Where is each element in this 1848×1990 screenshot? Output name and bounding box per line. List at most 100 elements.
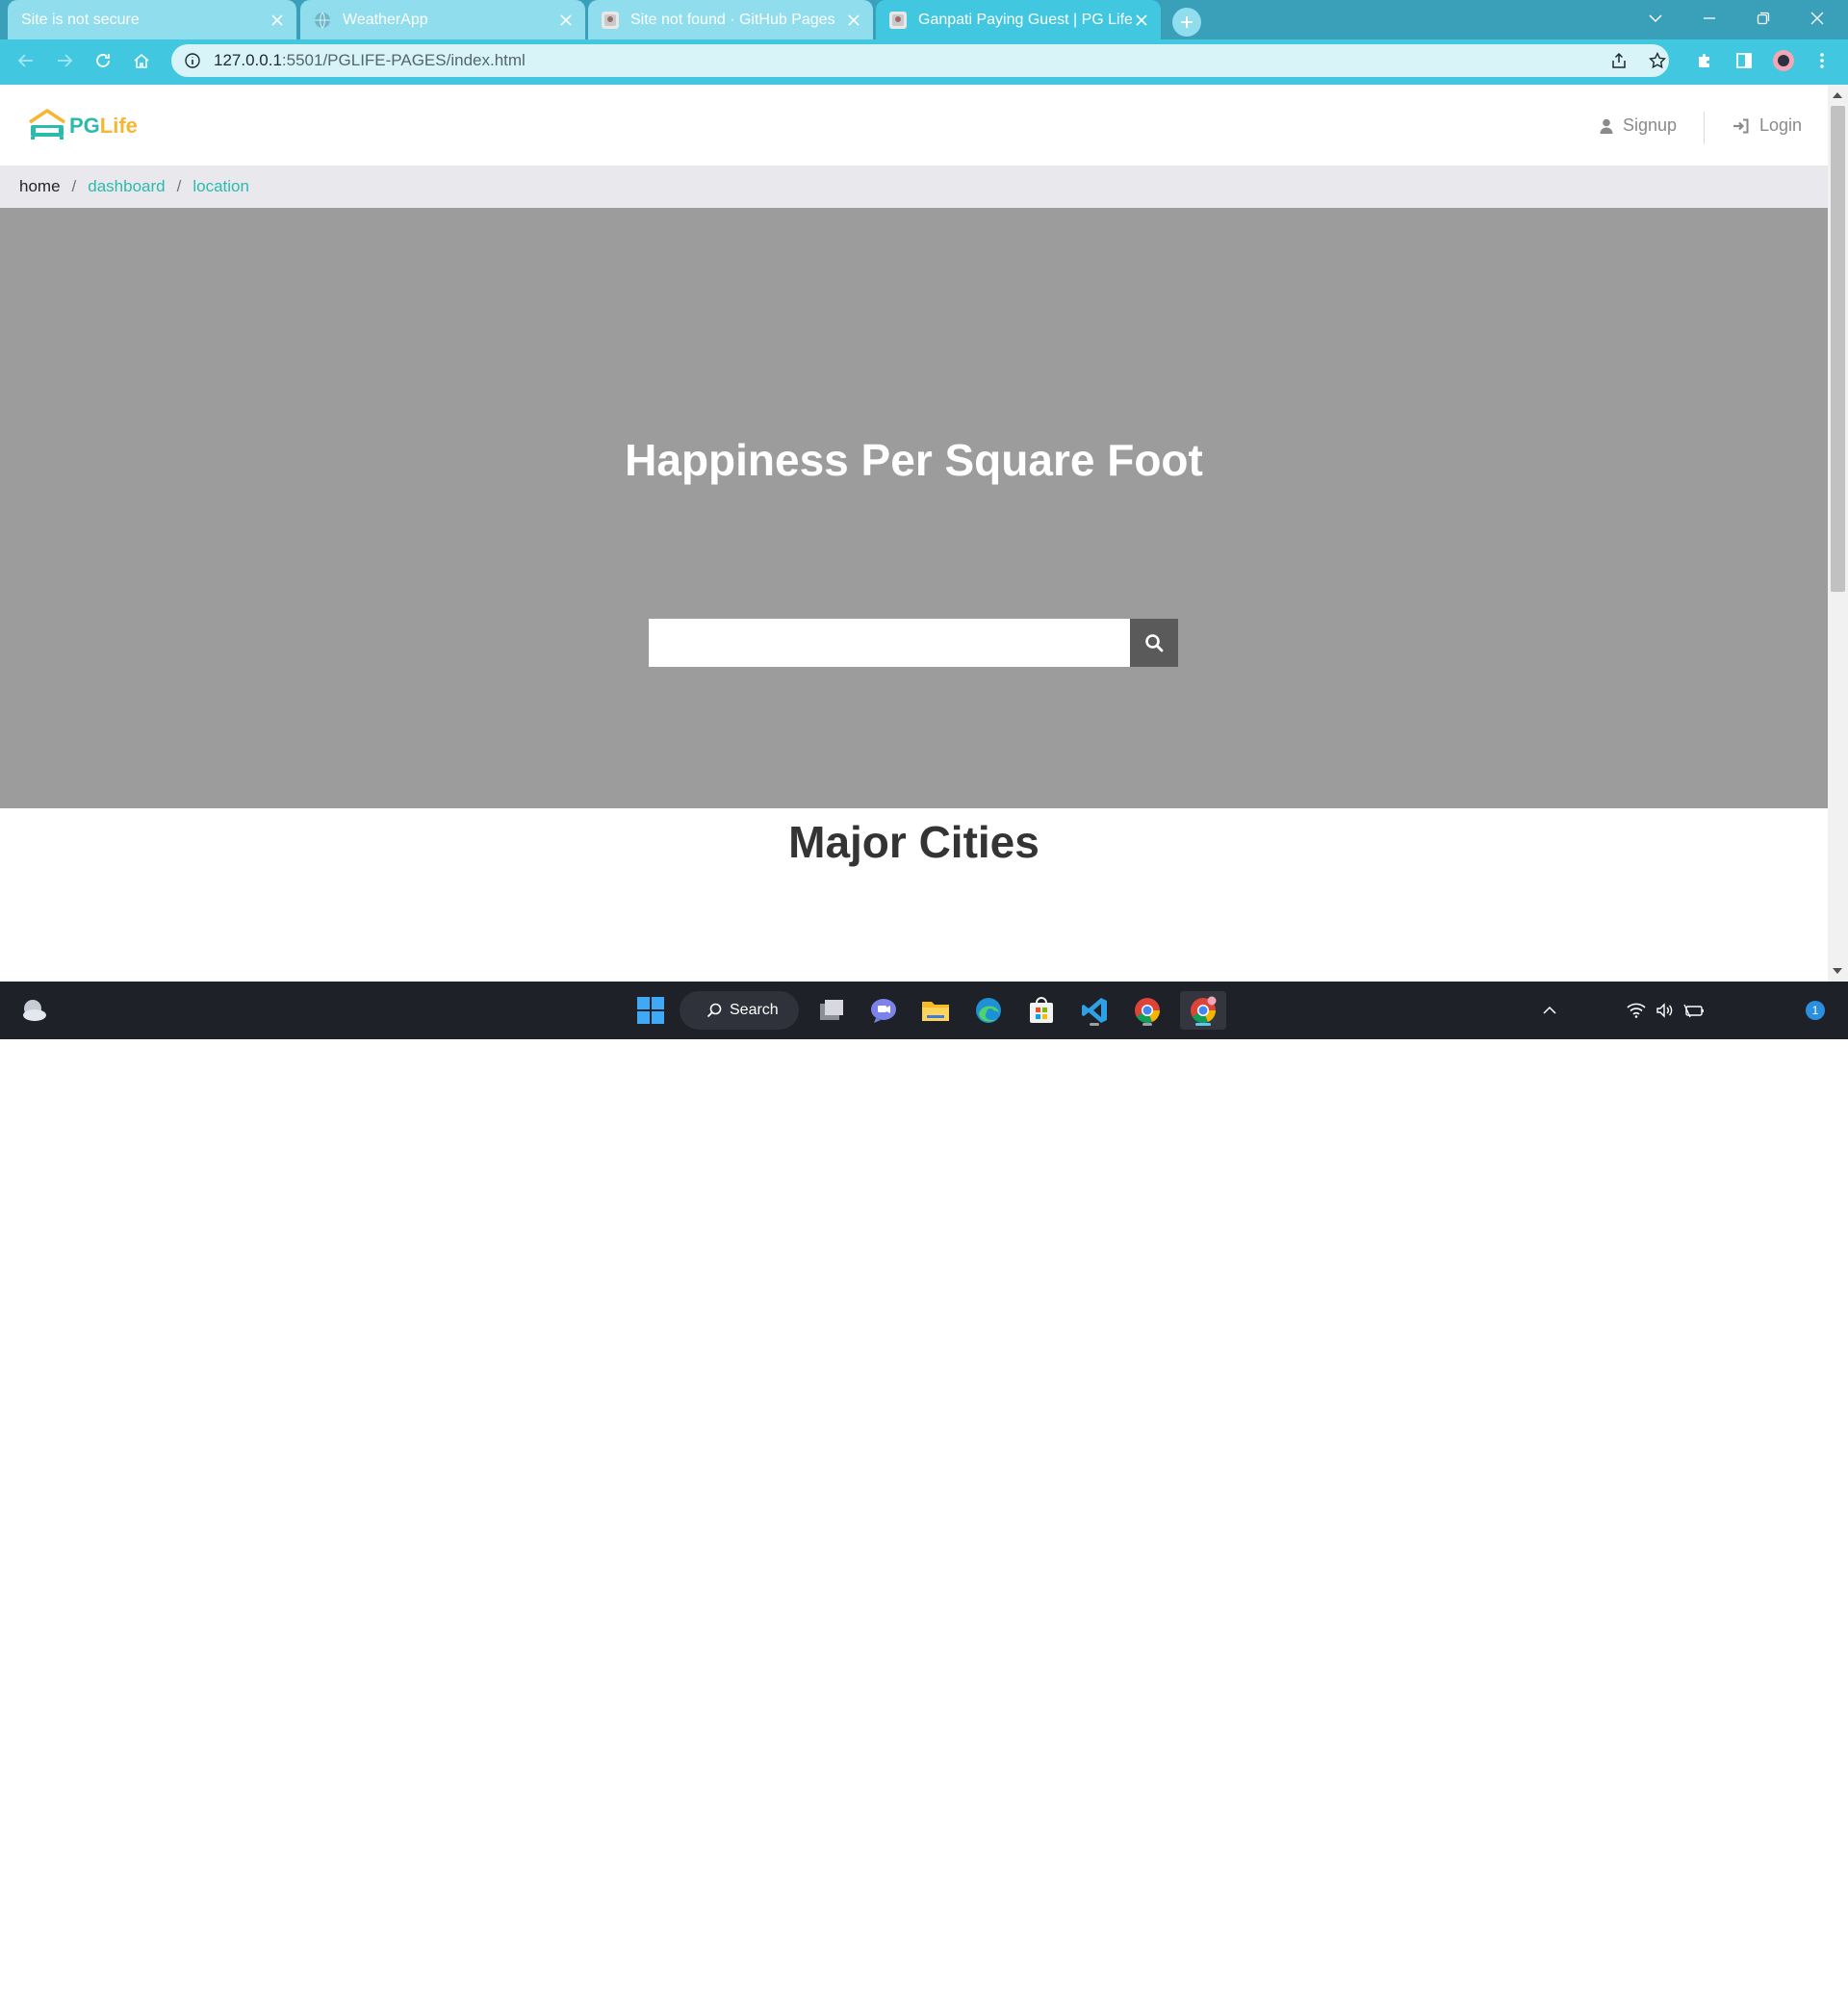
- breadcrumb-separator: /: [176, 177, 182, 195]
- breadcrumb-separator: /: [71, 177, 77, 195]
- notification-badge[interactable]: 1: [1806, 1001, 1825, 1020]
- header-divider: [1704, 112, 1705, 144]
- file-explorer-button[interactable]: [916, 991, 955, 1030]
- tab-title: Site not found · GitHub Pages: [630, 11, 835, 28]
- tab-weatherapp[interactable]: WeatherApp: [300, 0, 585, 39]
- teams-chat-button[interactable]: [864, 991, 903, 1030]
- clock[interactable]: 05:38 PM 19-02-2023: [1715, 1955, 1792, 1990]
- scrollbar-thumb[interactable]: [1831, 106, 1845, 592]
- weather-widget[interactable]: [15, 991, 54, 1030]
- kebab-menu-icon: [1820, 53, 1824, 68]
- scroll-down-icon[interactable]: [1833, 968, 1842, 974]
- home-button[interactable]: [127, 46, 156, 75]
- plus-icon: [1181, 16, 1193, 28]
- search-button[interactable]: [1130, 619, 1178, 667]
- close-icon[interactable]: [556, 11, 576, 30]
- close-icon[interactable]: [1132, 11, 1151, 30]
- page-scrollbar[interactable]: [1828, 85, 1848, 982]
- chrome-profile-button[interactable]: [1180, 991, 1226, 1030]
- menu-button[interactable]: [1808, 46, 1836, 75]
- forward-button[interactable]: [50, 46, 79, 75]
- taskbar-search-label: Search: [730, 1002, 779, 1018]
- avatar: [1773, 50, 1794, 71]
- show-hidden-icons-button[interactable]: [1538, 991, 1561, 1030]
- search-icon: [1145, 634, 1164, 652]
- vscode-icon: [1082, 998, 1107, 1023]
- tab-title: Site is not secure: [21, 11, 140, 28]
- chat-icon: [871, 999, 896, 1023]
- tab-pg-life[interactable]: Ganpati Paying Guest | PG Life: [876, 0, 1161, 39]
- cloud-moon-icon: [23, 1000, 46, 1021]
- close-window-button[interactable]: [1790, 0, 1844, 37]
- close-icon: [1810, 12, 1824, 25]
- vscode-button[interactable]: [1075, 991, 1114, 1030]
- store-icon: [1030, 997, 1053, 1023]
- tab-title: WeatherApp: [343, 11, 428, 28]
- url-text: 127.0.0.1:5501/PGLIFE-PAGES/index.html: [214, 51, 526, 70]
- clock-time: 05:38 PM: [1734, 1956, 1792, 1972]
- restore-button[interactable]: [1736, 0, 1790, 37]
- wifi-status[interactable]: [1625, 991, 1648, 1030]
- taskbar-search[interactable]: Search: [680, 991, 799, 1030]
- edge-icon: [976, 998, 1001, 1023]
- logo-text: PGLife: [69, 114, 138, 139]
- info-icon[interactable]: [185, 53, 200, 68]
- site-header: PGLife Signup Login: [0, 85, 1828, 166]
- chrome-button[interactable]: [1128, 991, 1167, 1030]
- volume-status[interactable]: [1654, 991, 1677, 1030]
- page-viewport: PGLife Signup Login home / dashboard / l…: [0, 85, 1828, 982]
- chevron-up-icon: [1543, 1006, 1556, 1014]
- signup-label: Signup: [1623, 115, 1678, 135]
- new-tab-button[interactable]: [1172, 8, 1201, 37]
- chrome-icon: [1135, 998, 1160, 1024]
- edge-button[interactable]: [969, 991, 1008, 1030]
- logo[interactable]: PGLife: [27, 108, 138, 140]
- breadcrumb-location[interactable]: location: [192, 177, 249, 196]
- back-button[interactable]: [12, 46, 40, 75]
- puzzle-icon: [1699, 54, 1709, 67]
- breadcrumb-dashboard[interactable]: dashboard: [88, 177, 165, 196]
- url-path: :5501/PGLIFE-PAGES/index.html: [281, 51, 526, 69]
- sign-in-icon: [1732, 118, 1750, 134]
- running-indicator: [1142, 1023, 1152, 1026]
- extensions-button[interactable]: [1690, 46, 1719, 75]
- tab-title: Ganpati Paying Guest | PG Life: [918, 11, 1132, 28]
- share-icon: [1612, 52, 1626, 68]
- speaker-icon: [1656, 1003, 1673, 1018]
- task-view-button[interactable]: [812, 991, 851, 1030]
- scroll-up-icon[interactable]: [1833, 92, 1842, 98]
- signup-link[interactable]: Signup: [1600, 115, 1677, 136]
- clock-date: 19-02-2023: [1723, 1974, 1792, 1989]
- back-arrow-icon: [17, 54, 33, 67]
- tab-search-button[interactable]: [1629, 0, 1682, 37]
- search-input[interactable]: [649, 619, 1130, 667]
- task-view-icon: [820, 1000, 843, 1020]
- tab-github-pages[interactable]: Site not found · GitHub Pages: [588, 0, 873, 39]
- side-panel-icon: [1736, 53, 1752, 68]
- battery-status[interactable]: [1682, 991, 1706, 1030]
- start-button[interactable]: [631, 991, 670, 1030]
- home-icon: [134, 53, 149, 68]
- close-icon[interactable]: [844, 11, 863, 30]
- share-button[interactable]: [1604, 46, 1633, 75]
- hero-banner: Happiness Per Square Foot: [0, 208, 1828, 808]
- breadcrumb-home[interactable]: home: [19, 177, 61, 196]
- minimize-icon: [1704, 17, 1715, 19]
- language-indicator[interactable]: ENG IN: [1571, 1955, 1613, 1990]
- bookmark-button[interactable]: [1643, 46, 1672, 75]
- minimize-button[interactable]: [1682, 0, 1736, 37]
- store-button[interactable]: [1022, 991, 1061, 1030]
- active-indicator: [1195, 1023, 1211, 1026]
- profile-button[interactable]: [1769, 46, 1798, 75]
- windows-taskbar: Search ENG IN 05:38 PM 19-02-2023: [0, 982, 1848, 1989]
- folder-icon: [922, 1002, 949, 1021]
- reload-button[interactable]: [89, 46, 117, 75]
- close-icon[interactable]: [268, 11, 287, 30]
- address-bar[interactable]: 127.0.0.1:5501/PGLIFE-PAGES/index.html: [171, 44, 1669, 77]
- side-panel-button[interactable]: [1730, 46, 1758, 75]
- browser-tab-strip: Site is not secure WeatherApp Site not f…: [0, 0, 1848, 39]
- tab-site-not-secure[interactable]: Site is not secure: [8, 0, 296, 39]
- reload-icon: [96, 54, 110, 67]
- login-link[interactable]: Login: [1732, 115, 1802, 136]
- star-icon: [1649, 52, 1666, 69]
